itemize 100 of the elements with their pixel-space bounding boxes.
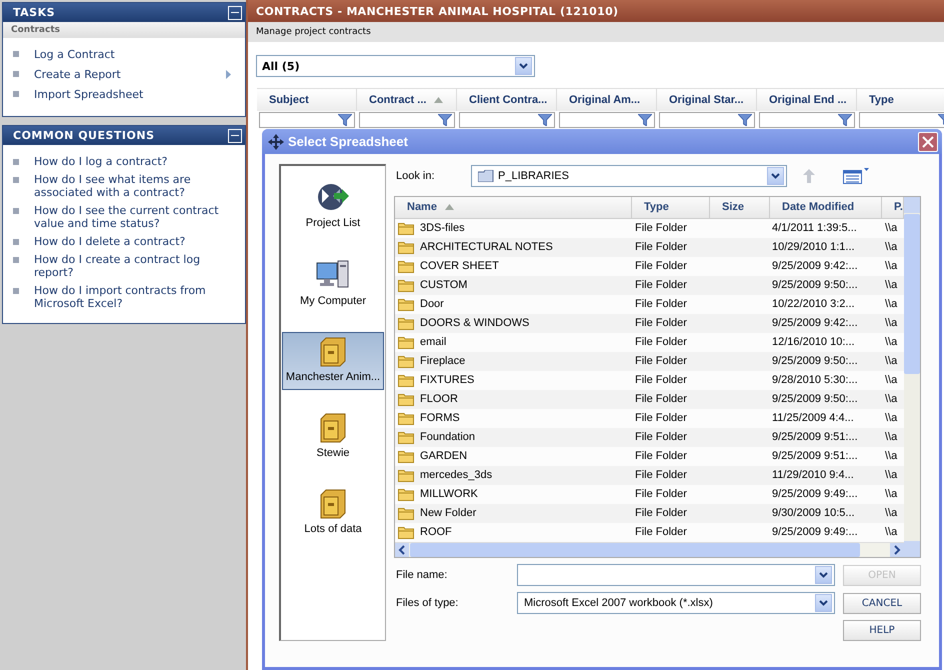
column-header[interactable]: Subject: [257, 88, 357, 111]
table-cell: 12/16/2010 10:...: [772, 336, 855, 348]
arrows-icon: [316, 181, 350, 213]
column-header[interactable]: Original Am...: [557, 88, 657, 111]
table-cell: \\a: [885, 260, 898, 272]
table-cell: \\a: [885, 317, 898, 330]
table-cell: File Folder: [635, 393, 687, 406]
horizontal-scrollbar[interactable]: [395, 542, 904, 557]
file-name[interactable]: FIXTURES: [420, 374, 474, 386]
panel-title: TASKS: [13, 6, 56, 19]
filter-field[interactable]: [359, 112, 455, 128]
file-name[interactable]: Foundation: [420, 431, 476, 444]
task-link[interactable]: Log a Contract: [34, 48, 115, 60]
folder-icon: [398, 298, 414, 311]
question-link[interactable]: How do I see what items are associated with a contract?: [34, 173, 239, 199]
table-cell: \\a: [885, 355, 898, 368]
filter-field[interactable]: [259, 112, 355, 128]
filter-icon: [438, 114, 452, 126]
table-cell: 9/25/2009 9:51:...: [772, 431, 858, 444]
file-name[interactable]: 3DS-files: [420, 222, 465, 234]
table-cell: \\a: [885, 393, 898, 406]
panel-title: COMMON QUESTIONS: [13, 129, 154, 142]
table-cell: File Folder: [635, 336, 687, 348]
column-header[interactable]: Date Modified: [770, 197, 882, 218]
file-name[interactable]: email: [420, 336, 446, 348]
filter-field[interactable]: [559, 112, 655, 128]
page-subtitle: Manage project contracts: [256, 27, 371, 37]
file-name[interactable]: Door: [420, 298, 444, 310]
question-link[interactable]: How do I see the current contract value and time status?: [34, 204, 239, 230]
folder-icon: [398, 336, 414, 349]
bullet-icon: [13, 51, 19, 57]
bullet-icon: [13, 257, 19, 263]
bullet-icon: [13, 177, 19, 183]
task-link[interactable]: Create a Report: [34, 68, 121, 80]
table-cell: \\a: [885, 450, 898, 462]
file-name[interactable]: mercedes_3ds: [420, 469, 492, 482]
question-link[interactable]: How do I delete a contract?: [34, 235, 186, 248]
filter-field[interactable]: [459, 112, 555, 128]
place-item[interactable]: Project List: [282, 176, 384, 236]
file-name[interactable]: DOORS & WINDOWS: [420, 317, 530, 330]
vertical-scrollbar[interactable]: [904, 197, 920, 557]
file-type-dropdown[interactable]: Microsoft Excel 2007 workbook (*.xlsx): [517, 592, 835, 614]
file-cabinet-icon: [320, 489, 346, 519]
table-cell: \\a: [885, 488, 898, 500]
file-name[interactable]: Fireplace: [420, 355, 466, 368]
column-header[interactable]: Client Contra...: [457, 88, 557, 111]
file-name[interactable]: CUSTOM: [420, 279, 468, 292]
column-header[interactable]: Size: [710, 197, 770, 218]
collapse-button[interactable]: [228, 6, 242, 20]
task-link[interactable]: Import Spreadsheet: [34, 88, 144, 100]
scroll-right-icon[interactable]: [890, 542, 904, 557]
folder-icon: [398, 260, 414, 273]
section-label: Contracts: [3, 22, 245, 38]
column-header[interactable]: Contract ...: [357, 88, 457, 111]
file-name[interactable]: GARDEN: [420, 450, 468, 462]
file-name-field[interactable]: [517, 564, 835, 586]
file-name[interactable]: FLOOR: [420, 393, 458, 406]
file-cabinet-icon: [320, 337, 346, 367]
file-name[interactable]: ROOF: [420, 526, 452, 538]
filter-field[interactable]: [759, 112, 855, 128]
table-cell: File Folder: [635, 488, 687, 500]
filter-field[interactable]: [659, 112, 755, 128]
file-name[interactable]: COVER SHEET: [420, 260, 499, 272]
question-link[interactable]: How do I log a contract?: [34, 155, 168, 168]
table-cell: 9/25/2009 9:49:...: [772, 488, 858, 500]
place-item[interactable]: Manchester Anim...: [282, 332, 384, 390]
close-button[interactable]: [918, 132, 938, 152]
column-header[interactable]: Original End ...: [757, 88, 857, 111]
move-arrows-icon: [268, 134, 284, 150]
filter-field[interactable]: [859, 112, 944, 128]
filter-dropdown[interactable]: All (5): [256, 55, 535, 77]
bullet-icon: [13, 239, 19, 245]
help-button[interactable]: HELP: [843, 620, 921, 641]
scroll-left-icon[interactable]: [395, 542, 409, 557]
column-header[interactable]: Type: [857, 88, 944, 111]
view-menu-button[interactable]: [843, 168, 869, 184]
table-cell: 9/25/2009 9:50:...: [772, 279, 858, 292]
file-name[interactable]: FORMS: [420, 412, 460, 424]
question-link[interactable]: How do I import contracts from Microsoft Excel?: [34, 284, 239, 310]
column-header[interactable]: Name: [395, 197, 632, 218]
table-cell: File Folder: [635, 450, 687, 462]
bullet-icon: [13, 159, 19, 165]
table-cell: \\a: [885, 526, 898, 538]
file-name[interactable]: New Folder: [420, 507, 476, 520]
column-header[interactable]: Original Star...: [657, 88, 757, 111]
look-in-dropdown[interactable]: P_LIBRARIES: [471, 165, 787, 187]
file-name[interactable]: ARCHITECTURAL NOTES: [420, 241, 553, 254]
place-item[interactable]: Stewie: [282, 408, 384, 466]
table-cell: File Folder: [635, 222, 687, 234]
collapse-button[interactable]: [228, 128, 242, 142]
cancel-button[interactable]: CANCEL: [843, 592, 921, 614]
bullet-icon: [13, 91, 19, 97]
column-header[interactable]: Type: [632, 197, 710, 218]
table-cell: 9/28/2010 5:30:...: [772, 374, 858, 386]
table-cell: 11/29/2010 9:4...: [772, 469, 854, 482]
folder-icon: [398, 316, 414, 330]
file-name[interactable]: MILLWORK: [420, 488, 478, 500]
place-item[interactable]: My Computer: [282, 254, 384, 314]
place-item[interactable]: Lots of data: [282, 484, 384, 542]
question-link[interactable]: How do I create a contract log report?: [34, 253, 239, 279]
